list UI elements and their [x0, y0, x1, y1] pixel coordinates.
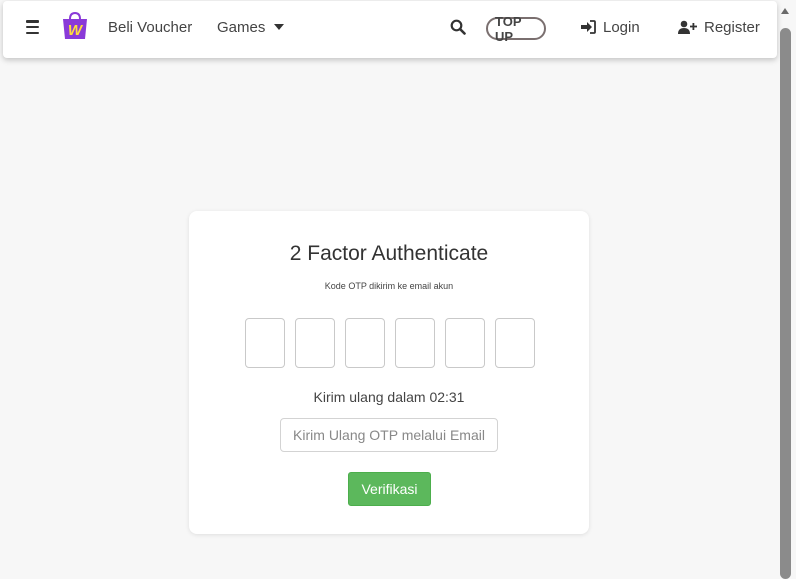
svg-text:W: W [68, 22, 84, 39]
hamburger-icon[interactable] [25, 20, 39, 34]
top-navbar: W Beli Voucher Games TOP UP Login Regist… [3, 1, 777, 58]
otp-input-group [245, 318, 535, 368]
otp-digit-1[interactable] [245, 318, 285, 368]
search-icon[interactable] [450, 19, 466, 35]
scrollbar-thumb[interactable] [780, 28, 791, 579]
brand-logo[interactable]: W [59, 11, 91, 43]
login-link[interactable]: Login [580, 17, 640, 37]
top-up-button[interactable]: TOP UP [486, 14, 546, 44]
otp-digit-2[interactable] [295, 318, 335, 368]
two-factor-card: 2 Factor Authenticate Kode OTP dikirim k… [189, 211, 589, 534]
resend-timer-text: Kirim ulang dalam 02:31 [313, 389, 465, 405]
nav-games-label: Games [217, 18, 266, 36]
verify-button[interactable]: Verifikasi [348, 472, 431, 506]
scroll-up-arrow-icon[interactable] [781, 8, 789, 14]
resend-otp-email-button[interactable]: Kirim Ulang OTP melalui Email [280, 418, 498, 452]
card-subtitle: Kode OTP dikirim ke email akun [324, 281, 454, 291]
nav-games-dropdown[interactable]: Games [217, 17, 285, 37]
nav-beli-voucher-label: Beli Voucher [108, 18, 193, 36]
login-label: Login [603, 18, 640, 36]
top-up-label: TOP UP [495, 13, 522, 44]
nav-beli-voucher[interactable]: Beli Voucher [108, 17, 192, 37]
otp-digit-5[interactable] [445, 318, 485, 368]
card-title: 2 Factor Authenticate [289, 242, 489, 265]
vertical-scrollbar[interactable] [780, 0, 791, 579]
register-link[interactable]: Register [678, 17, 760, 37]
register-label: Register [704, 18, 760, 36]
otp-digit-6[interactable] [495, 318, 535, 368]
user-plus-icon [678, 20, 697, 34]
sign-in-icon [581, 20, 596, 34]
otp-digit-3[interactable] [345, 318, 385, 368]
caret-down-icon [274, 24, 285, 30]
otp-digit-4[interactable] [395, 318, 435, 368]
